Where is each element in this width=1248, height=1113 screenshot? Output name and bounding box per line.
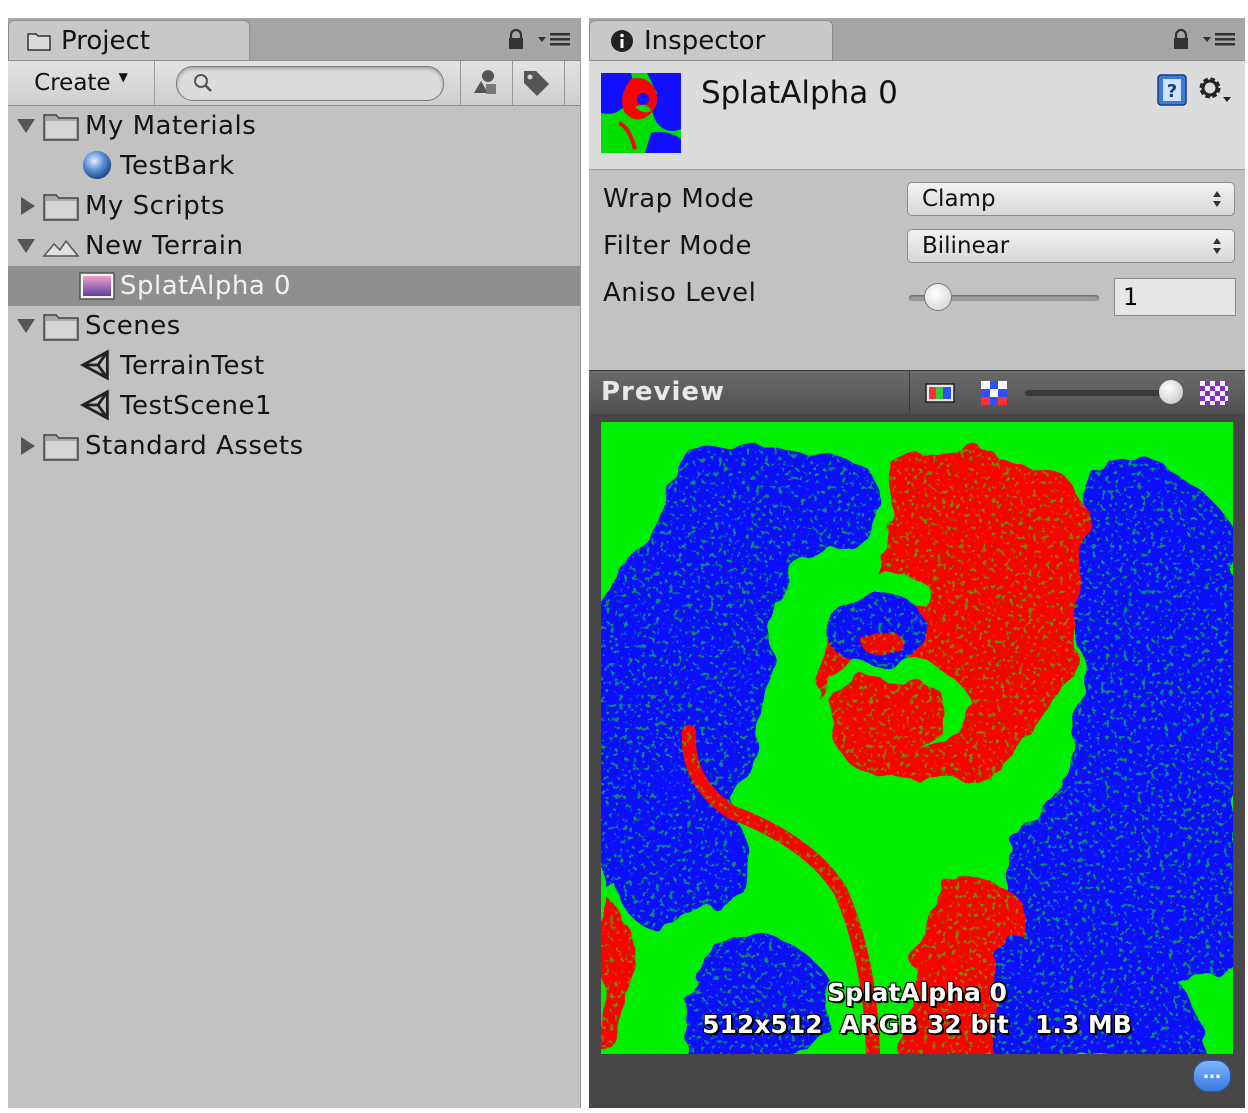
terrain-icon bbox=[42, 239, 80, 257]
tree-item-my-scripts[interactable]: My Scripts bbox=[8, 186, 580, 226]
asset-title: SplatAlpha 0 bbox=[701, 75, 898, 111]
alpha-checker-icon[interactable] bbox=[979, 380, 1009, 406]
tree-item-my-materials[interactable]: My Materials bbox=[8, 106, 580, 146]
tree-item-testscene1[interactable]: TestScene1 bbox=[8, 386, 580, 426]
tree-item-testbark[interactable]: TestBark bbox=[8, 146, 580, 186]
expanded-arrow-icon[interactable] bbox=[16, 236, 36, 256]
tree-item-label: New Terrain bbox=[85, 231, 244, 261]
tree-item-label: My Materials bbox=[85, 111, 257, 141]
tab-project[interactable]: Project bbox=[8, 20, 250, 60]
asset-header: SplatAlpha 0 ? bbox=[589, 61, 1245, 170]
tree-item-label: SplatAlpha 0 bbox=[120, 271, 292, 301]
filter-by-type-icon[interactable] bbox=[468, 67, 500, 99]
info-icon bbox=[611, 29, 633, 52]
aniso-level-input[interactable]: 1 bbox=[1114, 278, 1236, 316]
project-tree: My Materials TestBark My Scripts New Ter… bbox=[8, 106, 580, 466]
tab-inspector-label: Inspector bbox=[644, 25, 766, 56]
create-button[interactable]: Create ▼ bbox=[8, 61, 155, 105]
mipmap-checker-icon[interactable] bbox=[1199, 380, 1229, 406]
texture-icon bbox=[79, 272, 115, 300]
panel-menu-icon[interactable] bbox=[536, 29, 572, 49]
folder-icon bbox=[43, 114, 79, 141]
folder-icon bbox=[27, 32, 51, 51]
inspector-tabstrip: Inspector bbox=[589, 18, 1245, 61]
folder-icon bbox=[43, 434, 79, 461]
tree-item-label: Scenes bbox=[85, 311, 181, 341]
tree-item-label: My Scripts bbox=[85, 191, 226, 221]
filter-mode-label: Filter Mode bbox=[603, 231, 752, 261]
filter-mode-value: Bilinear bbox=[922, 233, 1010, 259]
tree-item-terraintest[interactable]: TerrainTest bbox=[8, 346, 580, 386]
folder-icon bbox=[43, 314, 79, 341]
collapsed-arrow-icon[interactable] bbox=[18, 436, 38, 456]
expanded-arrow-icon[interactable] bbox=[16, 116, 36, 136]
texture-thumbnail bbox=[601, 73, 681, 153]
caret-down-icon: ▼ bbox=[118, 70, 128, 84]
lock-icon[interactable] bbox=[506, 28, 526, 50]
mip-level-slider[interactable] bbox=[1025, 390, 1171, 396]
tree-item-splatalpha-0[interactable]: SplatAlpha 0 bbox=[8, 266, 580, 306]
search-input[interactable] bbox=[176, 66, 444, 101]
panel-menu-icon[interactable] bbox=[1201, 29, 1237, 49]
preview-label: Preview bbox=[601, 377, 726, 407]
tree-item-label: TerrainTest bbox=[120, 351, 265, 381]
tab-inspector[interactable]: Inspector bbox=[589, 20, 833, 60]
lock-icon[interactable] bbox=[1171, 28, 1191, 50]
tab-project-label: Project bbox=[61, 25, 150, 56]
inspector-panel: Inspector SplatAlpha 0 ? Wrap Mode Clamp… bbox=[589, 18, 1245, 1108]
rgb-channel-icon[interactable] bbox=[925, 380, 955, 406]
tree-item-new-terrain[interactable]: New Terrain bbox=[8, 226, 580, 266]
aniso-level-label: Aniso Level bbox=[603, 278, 757, 308]
project-tabstrip: Project bbox=[8, 18, 580, 61]
gear-icon[interactable] bbox=[1195, 73, 1233, 107]
preview-header: Preview bbox=[589, 370, 1245, 415]
project-toolbar: Create ▼ bbox=[8, 61, 580, 106]
tree-item-standard-assets[interactable]: Standard Assets bbox=[8, 426, 580, 466]
wrap-mode-label: Wrap Mode bbox=[603, 184, 755, 214]
wrap-mode-value: Clamp bbox=[922, 186, 996, 212]
import-settings: Wrap Mode Clamp Filter Mode Bilinear Ani… bbox=[589, 170, 1245, 370]
splat-texture-preview: SplatAlpha 0 512x512 ARGB 32 bit 1.3 MB bbox=[601, 422, 1233, 1054]
tree-item-label: TestBark bbox=[120, 151, 235, 181]
unity-scene-icon bbox=[79, 389, 109, 421]
help-book-icon[interactable]: ? bbox=[1155, 73, 1189, 107]
dropdown-arrows-icon bbox=[1213, 238, 1221, 254]
project-panel: Project Create ▼ My Materials TestBark M… bbox=[8, 18, 581, 1108]
tree-item-label: TestScene1 bbox=[120, 391, 273, 421]
wrap-mode-dropdown[interactable]: Clamp bbox=[907, 182, 1235, 216]
tree-item-scenes[interactable]: Scenes bbox=[8, 306, 580, 346]
create-button-label: Create bbox=[34, 70, 111, 96]
material-sphere-icon bbox=[82, 150, 112, 180]
filter-by-label-icon[interactable] bbox=[520, 67, 552, 99]
preview-texture-info: 512x512 ARGB 32 bit 1.3 MB bbox=[702, 1010, 1132, 1039]
filter-mode-dropdown[interactable]: Bilinear bbox=[907, 229, 1235, 263]
mip-level-slider-handle[interactable] bbox=[1159, 380, 1183, 404]
aniso-level-slider-handle[interactable] bbox=[924, 283, 952, 311]
search-icon bbox=[194, 74, 212, 92]
unity-scene-icon bbox=[79, 349, 109, 381]
more-options-icon[interactable]: … bbox=[1193, 1060, 1231, 1092]
preview-texture-name: SplatAlpha 0 bbox=[827, 978, 1007, 1007]
collapsed-arrow-icon[interactable] bbox=[18, 196, 38, 216]
expanded-arrow-icon[interactable] bbox=[16, 316, 36, 336]
dropdown-arrows-icon bbox=[1213, 191, 1221, 207]
preview-area: SplatAlpha 0 512x512 ARGB 32 bit 1.3 MB … bbox=[589, 414, 1245, 1108]
svg-text:?: ? bbox=[1167, 81, 1177, 102]
folder-icon bbox=[43, 194, 79, 221]
tree-item-label: Standard Assets bbox=[85, 431, 304, 461]
